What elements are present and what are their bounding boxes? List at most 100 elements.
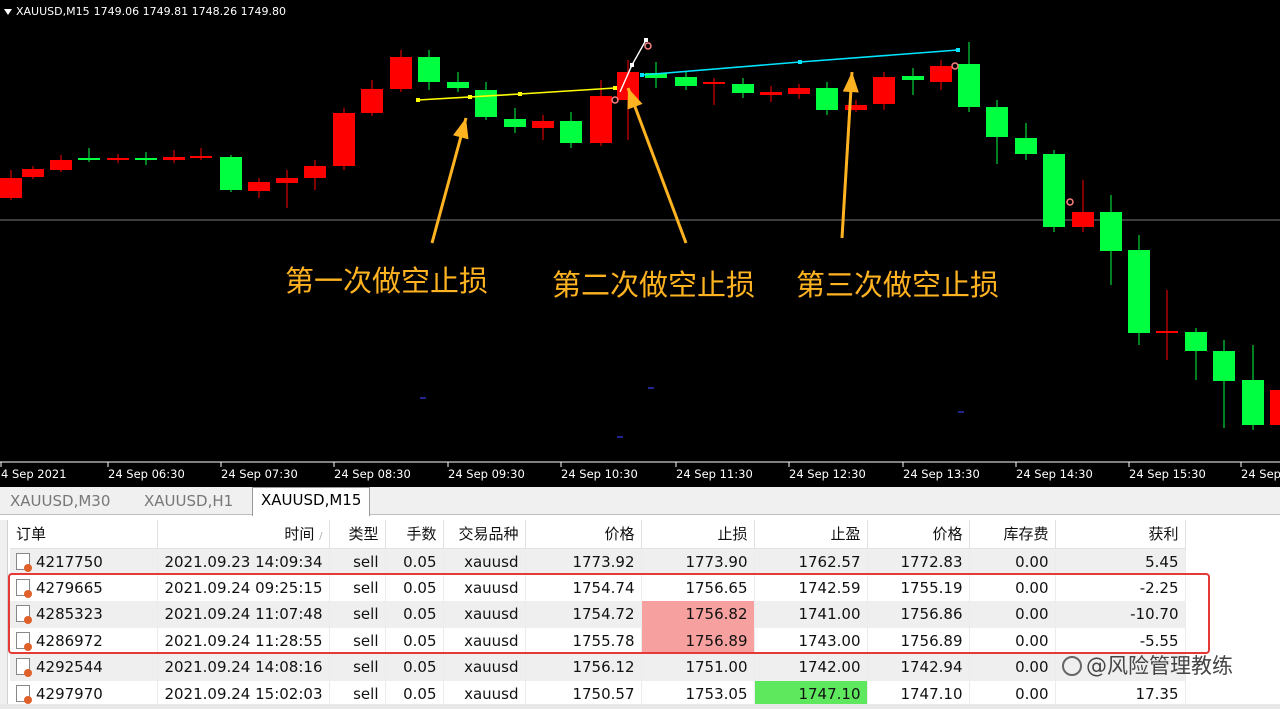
time-tick-label: 24 Sep 06:30	[108, 467, 185, 481]
horizontal-scrollbar[interactable]	[0, 704, 1280, 709]
white-line-handle	[630, 63, 634, 67]
time-tick-label: 24 Sep 10:30	[561, 467, 638, 481]
cell-lots: 0.05	[385, 548, 444, 575]
col-swap[interactable]: 库存费	[969, 520, 1056, 549]
candle-body	[1156, 331, 1178, 333]
candlestick-chart: 4 Sep 2021 24 Sep 06:30 24 Sep 07:30 24 Sep…	[0, 38, 1280, 481]
col-lots[interactable]: 手数	[385, 520, 444, 549]
col-symbol[interactable]: 交易品种	[443, 520, 526, 549]
arrow-third-stop	[840, 71, 854, 239]
table-header-row: 订单 时间 / 类型 手数 交易品种 价格 止损 止盈 价格 库存费 获利	[10, 520, 1186, 549]
candle-body	[390, 57, 412, 89]
candle-body	[902, 76, 924, 80]
cell-sl: 1751.00	[641, 654, 755, 681]
candle-body	[1270, 390, 1280, 425]
chart-ohlc: 1749.06 1749.81 1748.26 1749.80	[93, 5, 287, 18]
trend-line-handle	[798, 60, 802, 64]
candle-body	[958, 64, 980, 107]
col-order[interactable]: 订单	[10, 520, 158, 549]
price-chart[interactable]: 4 Sep 2021 24 Sep 06:30 24 Sep 07:30 24 Sep…	[0, 0, 1280, 487]
candle-body	[50, 160, 72, 170]
order-marker	[644, 42, 652, 50]
time-tick-label: 24 Sep 15:30	[1129, 467, 1206, 481]
annotation-second-stop: 第二次做空止损	[552, 268, 756, 302]
chart-header: XAUUSD,M15 1749.06 1749.81 1748.26 1749.…	[4, 5, 286, 18]
annotation-third-stop: 第三次做空止损	[796, 268, 1000, 302]
candle-body	[190, 156, 212, 158]
col-time[interactable]: 时间 /	[157, 520, 330, 549]
tab-xauusd-h1[interactable]: XAUUSD,H1	[136, 489, 241, 515]
candle-body	[1213, 351, 1235, 381]
order-marker	[1066, 198, 1074, 206]
candle-body	[788, 88, 810, 94]
time-tick-label: 24 Sep 14:30	[1016, 467, 1093, 481]
highlight-box	[8, 573, 1210, 654]
candle-body	[504, 119, 526, 127]
candle-body	[107, 158, 129, 160]
cell-cur-price: 1742.94	[867, 654, 970, 681]
cell-order: 4292544	[10, 654, 158, 681]
cell-sl: 1773.90	[641, 548, 755, 575]
cell-time: 2021.09.24 14:08:16	[157, 654, 330, 681]
time-tick-label: 24 Sep 07:30	[221, 467, 298, 481]
annotation-first-stop: 第一次做空止损	[285, 264, 489, 298]
candle-body	[703, 82, 725, 84]
trend-line-handle	[640, 73, 644, 77]
trend-line-handle	[613, 86, 617, 90]
table-row[interactable]: 4292544 2021.09.24 14:08:16 sell 0.05 xauusd…	[10, 654, 1186, 681]
cell-swap: 0.00	[969, 654, 1056, 681]
cell-time: 2021.09.23 14:09:34	[157, 548, 330, 575]
panel-side-bar	[0, 520, 8, 709]
wechat-logo-icon	[1062, 656, 1082, 676]
col-take-profit[interactable]: 止盈	[754, 520, 868, 549]
cell-type: sell	[329, 548, 386, 575]
candle-body	[418, 57, 440, 82]
time-tick-label: 24 Sep 11:30	[676, 467, 753, 481]
chart-symbol: XAUUSD,M15	[16, 5, 90, 18]
watermark-text: 风险管理教练	[1107, 654, 1233, 678]
candle-body	[304, 166, 326, 178]
candle-body	[1100, 212, 1122, 251]
time-tick-label: 4 Sep 2021	[1, 467, 67, 481]
candle-body	[1242, 380, 1264, 425]
cell-order: 4217750	[10, 548, 158, 575]
dropdown-triangle-icon[interactable]	[4, 8, 12, 15]
order-document-icon	[16, 684, 32, 704]
candle-body	[248, 182, 270, 191]
col-time-label: 时间	[284, 525, 315, 544]
candle-body	[532, 121, 554, 128]
cell-symbol: xauusd	[443, 654, 526, 681]
trend-line-handle	[416, 98, 420, 102]
cell-tp: 1762.57	[754, 548, 868, 575]
order-marker	[951, 62, 959, 70]
trend-line-handle	[468, 95, 472, 99]
col-profit[interactable]: 获利	[1055, 520, 1186, 549]
candle-body	[590, 96, 612, 143]
time-tick-label: 24 Sep 12:30	[789, 467, 866, 481]
col-price[interactable]: 价格	[525, 520, 642, 549]
table-row[interactable]: 4217750 2021.09.23 14:09:34 sell 0.05 xauusd…	[10, 548, 1186, 575]
time-tick-label: 24 Sep	[1241, 467, 1280, 481]
candle-body	[276, 178, 298, 183]
candle-body	[22, 169, 44, 177]
order-number: 4297970	[36, 684, 103, 703]
candle-body	[1128, 250, 1150, 333]
tab-xauusd-m15[interactable]: XAUUSD,M15	[252, 487, 371, 516]
trend-line-handle	[518, 92, 522, 96]
candle-body	[986, 107, 1008, 137]
tab-xauusd-m30[interactable]: XAUUSD,M30	[2, 489, 118, 515]
watermark: @风险管理教练	[1062, 650, 1233, 680]
cell-symbol: xauusd	[443, 548, 526, 575]
candle-body	[333, 113, 355, 166]
candle-body	[675, 77, 697, 86]
cell-profit: 5.45	[1055, 548, 1186, 575]
cell-swap: 0.00	[969, 548, 1056, 575]
col-stop-loss[interactable]: 止损	[641, 520, 755, 549]
trend-line-handle	[956, 48, 960, 52]
white-line-handle	[644, 38, 648, 42]
col-type[interactable]: 类型	[329, 520, 386, 549]
candle-body	[163, 157, 185, 160]
candle-body	[560, 121, 582, 143]
col-current-price[interactable]: 价格	[867, 520, 970, 549]
cell-type: sell	[329, 654, 386, 681]
